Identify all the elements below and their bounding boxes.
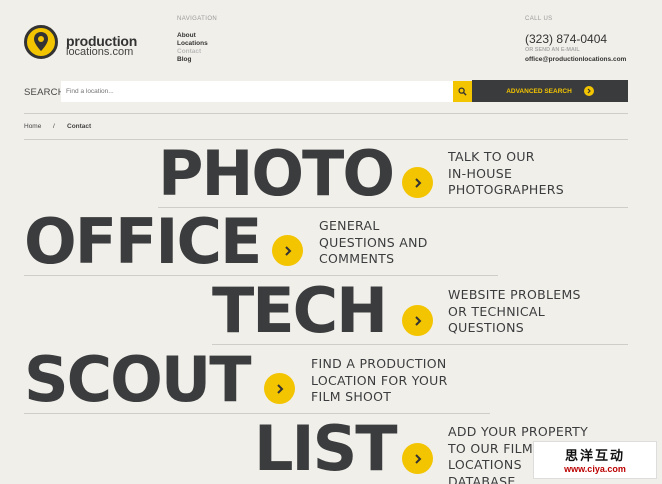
search-icon bbox=[458, 87, 467, 96]
logo-text-secondary[interactable]: locations.com bbox=[66, 46, 133, 58]
email-heading: OR SEND AN E-MAIL bbox=[525, 47, 580, 53]
nav-item-about[interactable]: About bbox=[177, 32, 208, 40]
breadcrumb-separator: / bbox=[53, 123, 55, 130]
watermark-cn-text: 思洋互动 bbox=[564, 449, 625, 464]
contact-word-photo[interactable]: PHOTO bbox=[158, 143, 395, 205]
contact-word-tech[interactable]: TECH bbox=[212, 280, 388, 342]
contact-word-list[interactable]: LIST bbox=[254, 418, 398, 480]
advanced-search-button[interactable]: ADVANCED SEARCH bbox=[472, 80, 628, 102]
email-link[interactable]: office@productionlocations.com bbox=[525, 56, 626, 63]
contact-desc-scout: FIND A PRODUCTION LOCATION FOR YOUR FILM… bbox=[311, 356, 448, 404]
divider bbox=[24, 113, 628, 114]
search-button[interactable] bbox=[453, 81, 472, 102]
divider bbox=[212, 344, 628, 345]
nav-item-contact[interactable]: Contact bbox=[177, 48, 208, 56]
arrow-right-icon bbox=[583, 86, 594, 96]
contact-desc-tech: WEBSITE PROBLEMS OR TECHNICAL QUESTIONS bbox=[448, 287, 581, 335]
contact-word-office[interactable]: OFFICE bbox=[24, 211, 262, 273]
arrow-right-icon[interactable] bbox=[264, 373, 295, 404]
breadcrumb-current: Contact bbox=[67, 123, 92, 130]
contact-desc-office: GENERAL QUESTIONS AND COMMENTS bbox=[319, 218, 428, 266]
call-us-heading: CALL US bbox=[525, 16, 553, 22]
contact-desc-photo: TALK TO OUR IN-HOUSE PHOTOGRAPHERS bbox=[448, 149, 565, 197]
watermark: 思洋互动 www.ciya.com bbox=[533, 441, 657, 479]
watermark-url: www.ciya.com bbox=[564, 464, 626, 474]
nav-item-locations[interactable]: Locations bbox=[177, 40, 208, 48]
breadcrumb-home[interactable]: Home bbox=[24, 123, 41, 130]
nav-item-blog[interactable]: Blog bbox=[177, 56, 208, 64]
arrow-right-icon[interactable] bbox=[402, 443, 433, 474]
arrow-right-icon[interactable] bbox=[402, 305, 433, 336]
advanced-search-label: ADVANCED SEARCH bbox=[506, 87, 572, 95]
nav-heading: NAVIGATION bbox=[177, 16, 218, 22]
logo-pin-icon[interactable] bbox=[24, 25, 58, 59]
main-nav: About Locations Contact Blog bbox=[177, 32, 208, 64]
arrow-right-icon[interactable] bbox=[272, 235, 303, 266]
arrow-right-icon[interactable] bbox=[402, 167, 433, 198]
contact-word-scout[interactable]: SCOUT bbox=[24, 349, 251, 411]
phone-number[interactable]: (323) 874-0404 bbox=[525, 32, 607, 46]
search-input[interactable] bbox=[61, 81, 453, 102]
